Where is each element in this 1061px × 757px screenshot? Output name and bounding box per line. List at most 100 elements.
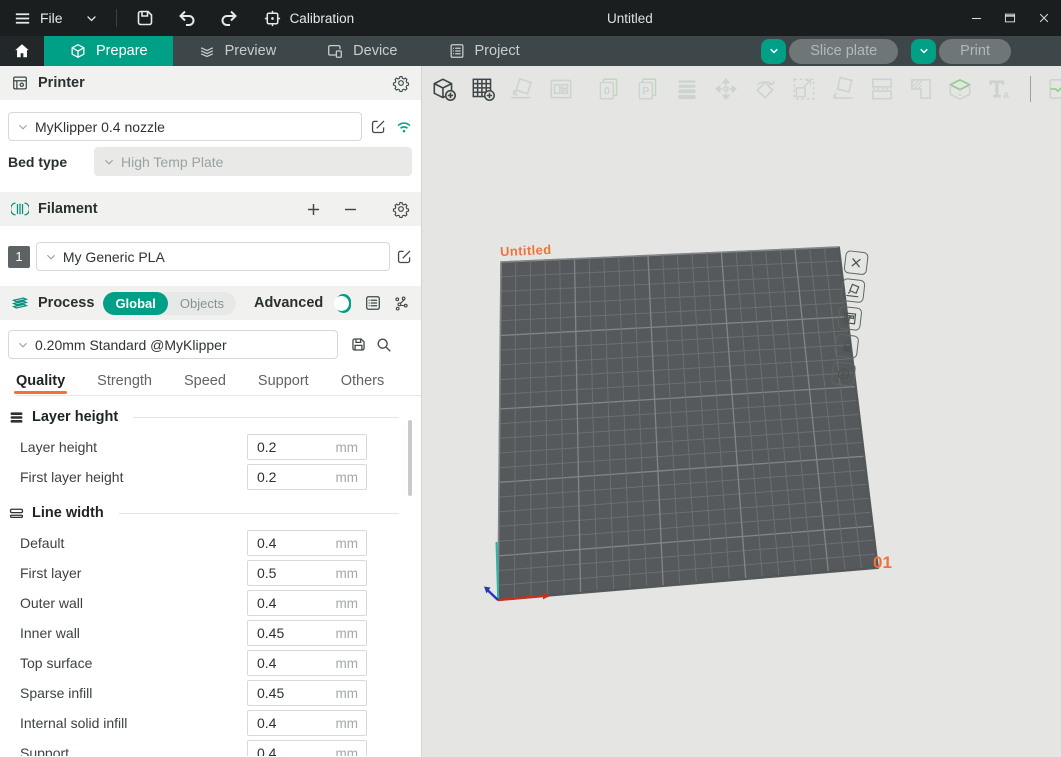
search-icon[interactable] [375, 336, 393, 354]
support-line-width-input-box: mm [247, 740, 367, 756]
process-preset-row: 0.20mm Standard @MyKlipper [8, 330, 413, 359]
titlebar-divider [116, 9, 117, 27]
top-surface-line-width-input[interactable] [248, 655, 336, 671]
tab-speed[interactable]: Speed [184, 366, 226, 396]
setting-label: Inner wall [0, 625, 80, 641]
undo-button[interactable] [169, 0, 205, 36]
chevron-down-icon [85, 12, 98, 25]
chevron-down-icon [768, 45, 780, 57]
redo-icon [219, 8, 239, 28]
build-plate-canvas[interactable] [423, 66, 1061, 757]
internal-solid-infill-line-width-input[interactable] [248, 715, 336, 731]
minimize-button[interactable] [959, 0, 993, 36]
window-title: Untitled [607, 11, 653, 26]
save-project-button[interactable] [127, 0, 163, 36]
viewport-3d[interactable]: 0 P [423, 66, 1061, 757]
plate-settings-button[interactable] [831, 361, 856, 386]
tab-others[interactable]: Others [341, 366, 385, 396]
scope-global-button[interactable]: Global [103, 292, 167, 315]
first-layer-height-input-box: mm [247, 464, 367, 490]
minimize-icon [970, 12, 983, 25]
lock-icon [839, 338, 854, 353]
filament-settings-gear-icon[interactable] [392, 200, 410, 218]
scope-objects-button[interactable]: Objects [168, 292, 236, 315]
print-button[interactable]: Print [939, 39, 1011, 64]
setting-row: First layer height mm [0, 462, 421, 492]
filament-slot-badge[interactable]: 1 [8, 246, 30, 268]
wifi-connection-icon[interactable] [395, 118, 413, 136]
print-options-button[interactable] [911, 39, 936, 64]
parameter-list-icon[interactable] [364, 294, 382, 312]
layer-height-input[interactable] [248, 439, 336, 455]
plate-name-label[interactable]: Untitled [500, 242, 552, 259]
calibration-button[interactable]: Calibration [255, 0, 363, 36]
setting-row: First layer mm [0, 558, 421, 588]
edit-filament-preset-icon[interactable] [396, 248, 413, 265]
slice-options-button[interactable] [761, 39, 786, 64]
file-menu-dropdown-button[interactable] [71, 0, 106, 36]
tab-device-label: Device [353, 43, 397, 59]
delete-plate-button[interactable] [843, 250, 868, 275]
slice-print-actions: Slice plate Print [761, 36, 1061, 66]
slice-plate-button[interactable]: Slice plate [789, 39, 898, 64]
advanced-params-icon[interactable] [393, 295, 410, 312]
setting-label: Top surface [0, 655, 92, 671]
print-group: Print [911, 39, 1011, 64]
close-icon [1037, 11, 1051, 25]
outer-wall-line-width-input[interactable] [248, 595, 336, 611]
window-titlebar: File [0, 0, 1061, 36]
chevron-down-icon [103, 156, 115, 168]
unit-label: mm [336, 470, 367, 485]
process-layers-icon [11, 294, 29, 312]
printer-preset-combo[interactable]: MyKlipper 0.4 nozzle [8, 112, 362, 141]
remove-filament-icon[interactable] [342, 201, 359, 218]
bed-type-combo[interactable]: High Temp Plate [94, 147, 412, 176]
prepare-icon [69, 42, 87, 60]
maximize-button[interactable] [993, 0, 1027, 36]
add-filament-icon[interactable] [305, 201, 322, 218]
tab-project[interactable]: Project [423, 36, 545, 66]
filament-preset-combo[interactable]: My Generic PLA [36, 242, 390, 271]
first-layer-line-width-input[interactable] [248, 565, 336, 581]
device-icon [326, 42, 344, 60]
line-width-group-header: Line width [8, 500, 399, 526]
printer-settings-gear-icon[interactable] [392, 74, 410, 92]
main-tabbar: Prepare Preview Device Project [0, 36, 1061, 66]
first-layer-height-input[interactable] [248, 469, 336, 485]
printer-icon [11, 74, 29, 92]
file-menu-button[interactable]: File [0, 0, 71, 36]
advanced-toggle[interactable] [336, 294, 351, 313]
filament-add-remove [305, 201, 359, 218]
tab-device[interactable]: Device [301, 36, 422, 66]
save-icon [135, 8, 155, 28]
bed-type-value: High Temp Plate [121, 154, 223, 170]
save-preset-icon[interactable] [350, 336, 367, 353]
tab-preview[interactable]: Preview [173, 36, 302, 66]
lock-plate-button[interactable] [834, 333, 859, 358]
setting-label: Internal solid infill [0, 715, 127, 731]
inner-wall-line-width-input[interactable] [248, 625, 336, 641]
sidebar-scrollbar[interactable] [408, 420, 412, 496]
tab-quality[interactable]: Quality [16, 366, 65, 396]
redo-button[interactable] [211, 0, 247, 36]
home-button[interactable] [0, 36, 44, 66]
auto-orient-plate-button[interactable] [840, 278, 865, 303]
unit-label: mm [336, 626, 367, 641]
filament-spool-icon [11, 200, 29, 218]
group-title: Layer height [32, 409, 118, 425]
unit-label: mm [336, 440, 367, 455]
process-preset-combo[interactable]: 0.20mm Standard @MyKlipper [8, 330, 338, 359]
window-controls [959, 0, 1061, 36]
arrange-plate-button[interactable] [837, 306, 862, 331]
tab-strength[interactable]: Strength [97, 366, 152, 396]
support-line-width-input[interactable] [248, 745, 336, 756]
edit-printer-preset-icon[interactable] [370, 118, 387, 135]
settings-panel: Layer height Layer height mm First layer… [0, 396, 421, 756]
close-button[interactable] [1027, 0, 1061, 36]
calibration-icon [263, 9, 282, 28]
group-divider [133, 417, 399, 418]
tab-support[interactable]: Support [258, 366, 309, 396]
sparse-infill-line-width-input[interactable] [248, 685, 336, 701]
default-line-width-input[interactable] [248, 535, 336, 551]
tab-prepare[interactable]: Prepare [44, 36, 173, 66]
